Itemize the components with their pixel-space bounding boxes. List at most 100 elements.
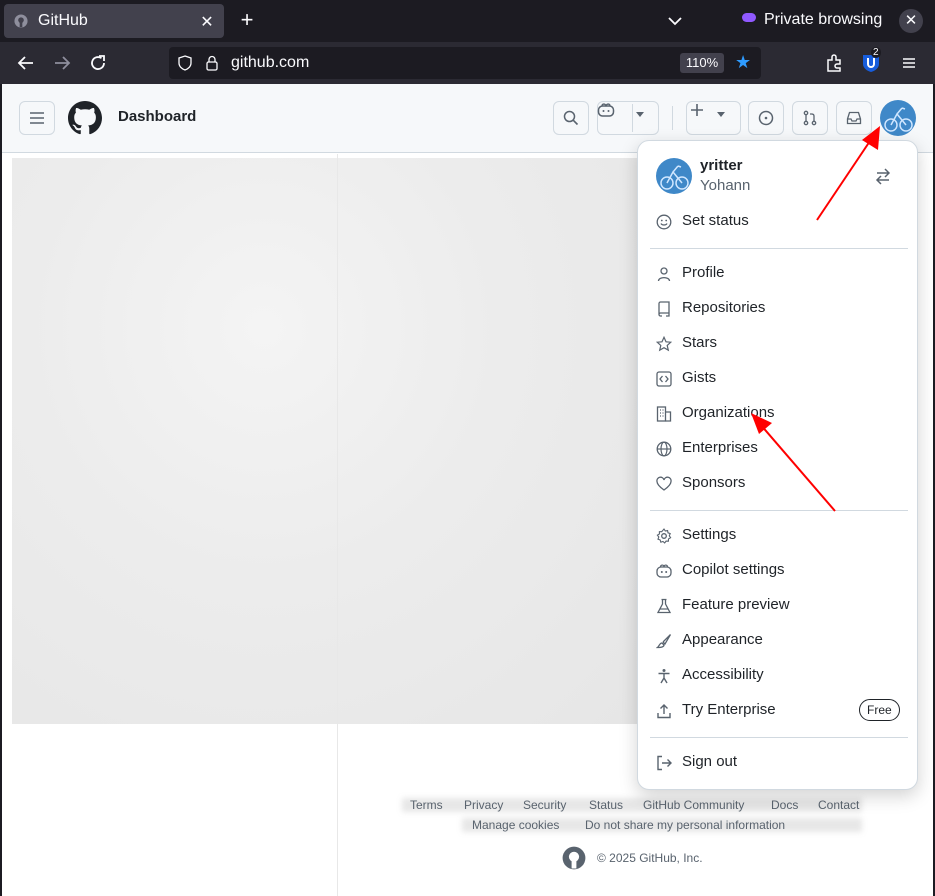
extensions-puzzle-icon[interactable] bbox=[822, 51, 846, 75]
browser-tab-bar: GitHub ✕ + Private browsing ✕ bbox=[0, 0, 935, 42]
user-avatar-button[interactable] bbox=[880, 100, 916, 136]
avatar-bicycle-icon bbox=[884, 107, 913, 132]
triangle-down-icon[interactable] bbox=[635, 111, 645, 119]
menu-divider bbox=[650, 510, 908, 511]
forward-arrow-icon[interactable] bbox=[50, 51, 74, 75]
accessibility-icon bbox=[658, 669, 670, 684]
menu-item-sponsors[interactable]: Sponsors bbox=[638, 468, 918, 500]
menu-item-label: Sign out bbox=[682, 753, 738, 770]
menu-avatar bbox=[656, 158, 692, 194]
menu-item-profile[interactable]: Profile bbox=[638, 258, 918, 290]
footer-link-docs[interactable]: Docs bbox=[771, 798, 798, 812]
paintbrush-icon bbox=[656, 634, 672, 649]
copilot-button-divider bbox=[632, 104, 633, 132]
code-square-icon bbox=[656, 371, 672, 387]
menu-item-copilot-settings[interactable]: Copilot settings bbox=[638, 555, 918, 587]
gear-icon bbox=[656, 528, 672, 544]
menu-item-label: Accessibility bbox=[682, 666, 764, 683]
list-all-tabs-chevron-icon[interactable] bbox=[664, 10, 686, 32]
footer-link-privacy[interactable]: Privacy bbox=[464, 798, 503, 812]
footer-github-logo-icon[interactable] bbox=[562, 846, 586, 870]
create-new-button[interactable] bbox=[686, 101, 741, 135]
git-pull-request-icon bbox=[803, 110, 817, 126]
header-separator bbox=[672, 106, 673, 130]
new-tab-button[interactable]: + bbox=[236, 9, 258, 31]
menu-item-label: Copilot settings bbox=[682, 561, 785, 578]
organization-icon bbox=[656, 406, 672, 422]
page-title: Dashboard bbox=[118, 108, 197, 125]
menu-item-enterprises[interactable]: Enterprises bbox=[638, 433, 918, 465]
menu-item-organizations[interactable]: Organizations bbox=[638, 398, 918, 430]
pull-requests-button[interactable] bbox=[792, 101, 828, 135]
lock-icon[interactable] bbox=[205, 55, 219, 71]
issue-opened-icon bbox=[758, 110, 774, 126]
menu-item-label: Organizations bbox=[682, 404, 775, 421]
plus-icon bbox=[691, 104, 703, 116]
hamburger-icon bbox=[30, 112, 44, 124]
footer-link-manage-cookies[interactable]: Manage cookies bbox=[472, 818, 559, 832]
app-menu-hamburger-icon[interactable] bbox=[897, 51, 921, 75]
menu-item-accessibility[interactable]: Accessibility bbox=[638, 660, 918, 692]
url-text[interactable]: github.com bbox=[231, 54, 309, 72]
footer-link-do-not-share[interactable]: Do not share my personal information bbox=[585, 818, 785, 832]
reload-icon[interactable] bbox=[86, 51, 110, 75]
global-nav-menu-button[interactable] bbox=[19, 101, 55, 135]
inbox-icon bbox=[846, 111, 862, 125]
menu-item-try-enterprise[interactable]: Try Enterprise Free bbox=[638, 695, 918, 727]
layout-divider bbox=[337, 154, 338, 896]
browser-nav-bar: github.com 110% ★ 2 bbox=[0, 42, 935, 84]
zoom-level-button[interactable]: 110% bbox=[680, 53, 724, 73]
triangle-down-icon bbox=[717, 112, 725, 117]
globe-icon bbox=[656, 441, 672, 457]
footer-copyright: © 2025 GitHub, Inc. bbox=[597, 851, 703, 865]
menu-item-repositories[interactable]: Repositories bbox=[638, 293, 918, 325]
menu-item-label: Gists bbox=[682, 369, 717, 386]
switch-account-arrows-icon[interactable] bbox=[872, 165, 894, 187]
menu-item-sign-out[interactable]: Sign out bbox=[638, 747, 918, 779]
window-close-button[interactable]: ✕ bbox=[899, 9, 923, 33]
menu-item-label: Try Enterprise bbox=[682, 701, 776, 718]
footer-link-security[interactable]: Security bbox=[523, 798, 566, 812]
copilot-icon bbox=[597, 103, 615, 117]
footer-link-community[interactable]: GitHub Community bbox=[643, 798, 744, 812]
github-logo-icon[interactable] bbox=[68, 101, 102, 135]
bookmark-star-icon[interactable]: ★ bbox=[735, 52, 751, 73]
private-mask-icon bbox=[742, 13, 756, 22]
private-browsing-label: Private browsing bbox=[764, 11, 883, 28]
copilot-icon bbox=[656, 564, 672, 578]
free-badge: Free bbox=[859, 699, 900, 721]
menu-item-label: Enterprises bbox=[682, 439, 758, 456]
footer-link-status[interactable]: Status bbox=[589, 798, 623, 812]
search-button[interactable] bbox=[553, 101, 589, 135]
repo-icon bbox=[658, 301, 670, 317]
footer-link-terms[interactable]: Terms bbox=[410, 798, 443, 812]
copilot-button[interactable] bbox=[597, 101, 659, 135]
browser-tab-github[interactable]: GitHub ✕ bbox=[4, 4, 224, 38]
menu-item-stars[interactable]: Stars bbox=[638, 328, 918, 360]
blurred-dashboard-content bbox=[12, 158, 642, 724]
footer-link-contact[interactable]: Contact bbox=[818, 798, 859, 812]
menu-item-set-status[interactable]: Set status bbox=[638, 206, 918, 238]
menu-item-gists[interactable]: Gists bbox=[638, 363, 918, 395]
inbox-button[interactable] bbox=[836, 101, 872, 135]
issues-button[interactable] bbox=[748, 101, 784, 135]
menu-item-label: Settings bbox=[682, 526, 737, 543]
menu-divider bbox=[650, 737, 908, 738]
menu-item-feature-preview[interactable]: Feature preview bbox=[638, 590, 918, 622]
tracking-protection-shield-icon[interactable] bbox=[177, 55, 193, 71]
menu-item-settings[interactable]: Settings bbox=[638, 520, 918, 552]
tab-close-icon[interactable]: ✕ bbox=[198, 12, 216, 32]
address-bar[interactable]: github.com 110% ★ bbox=[169, 47, 761, 79]
beaker-icon bbox=[656, 598, 672, 614]
back-arrow-icon[interactable] bbox=[14, 51, 38, 75]
heart-icon bbox=[656, 476, 672, 491]
person-icon bbox=[657, 267, 671, 282]
avatar-bicycle-icon bbox=[660, 165, 689, 190]
password-manager-extension-icon[interactable]: 2 bbox=[860, 47, 882, 74]
menu-item-label: Sponsors bbox=[682, 474, 746, 491]
menu-item-label: Appearance bbox=[682, 631, 763, 648]
menu-divider bbox=[650, 248, 908, 249]
github-page: Dashboard Terms Privacy Security Status … bbox=[0, 84, 935, 896]
menu-item-appearance[interactable]: Appearance bbox=[638, 625, 918, 657]
sign-out-icon bbox=[657, 755, 672, 771]
